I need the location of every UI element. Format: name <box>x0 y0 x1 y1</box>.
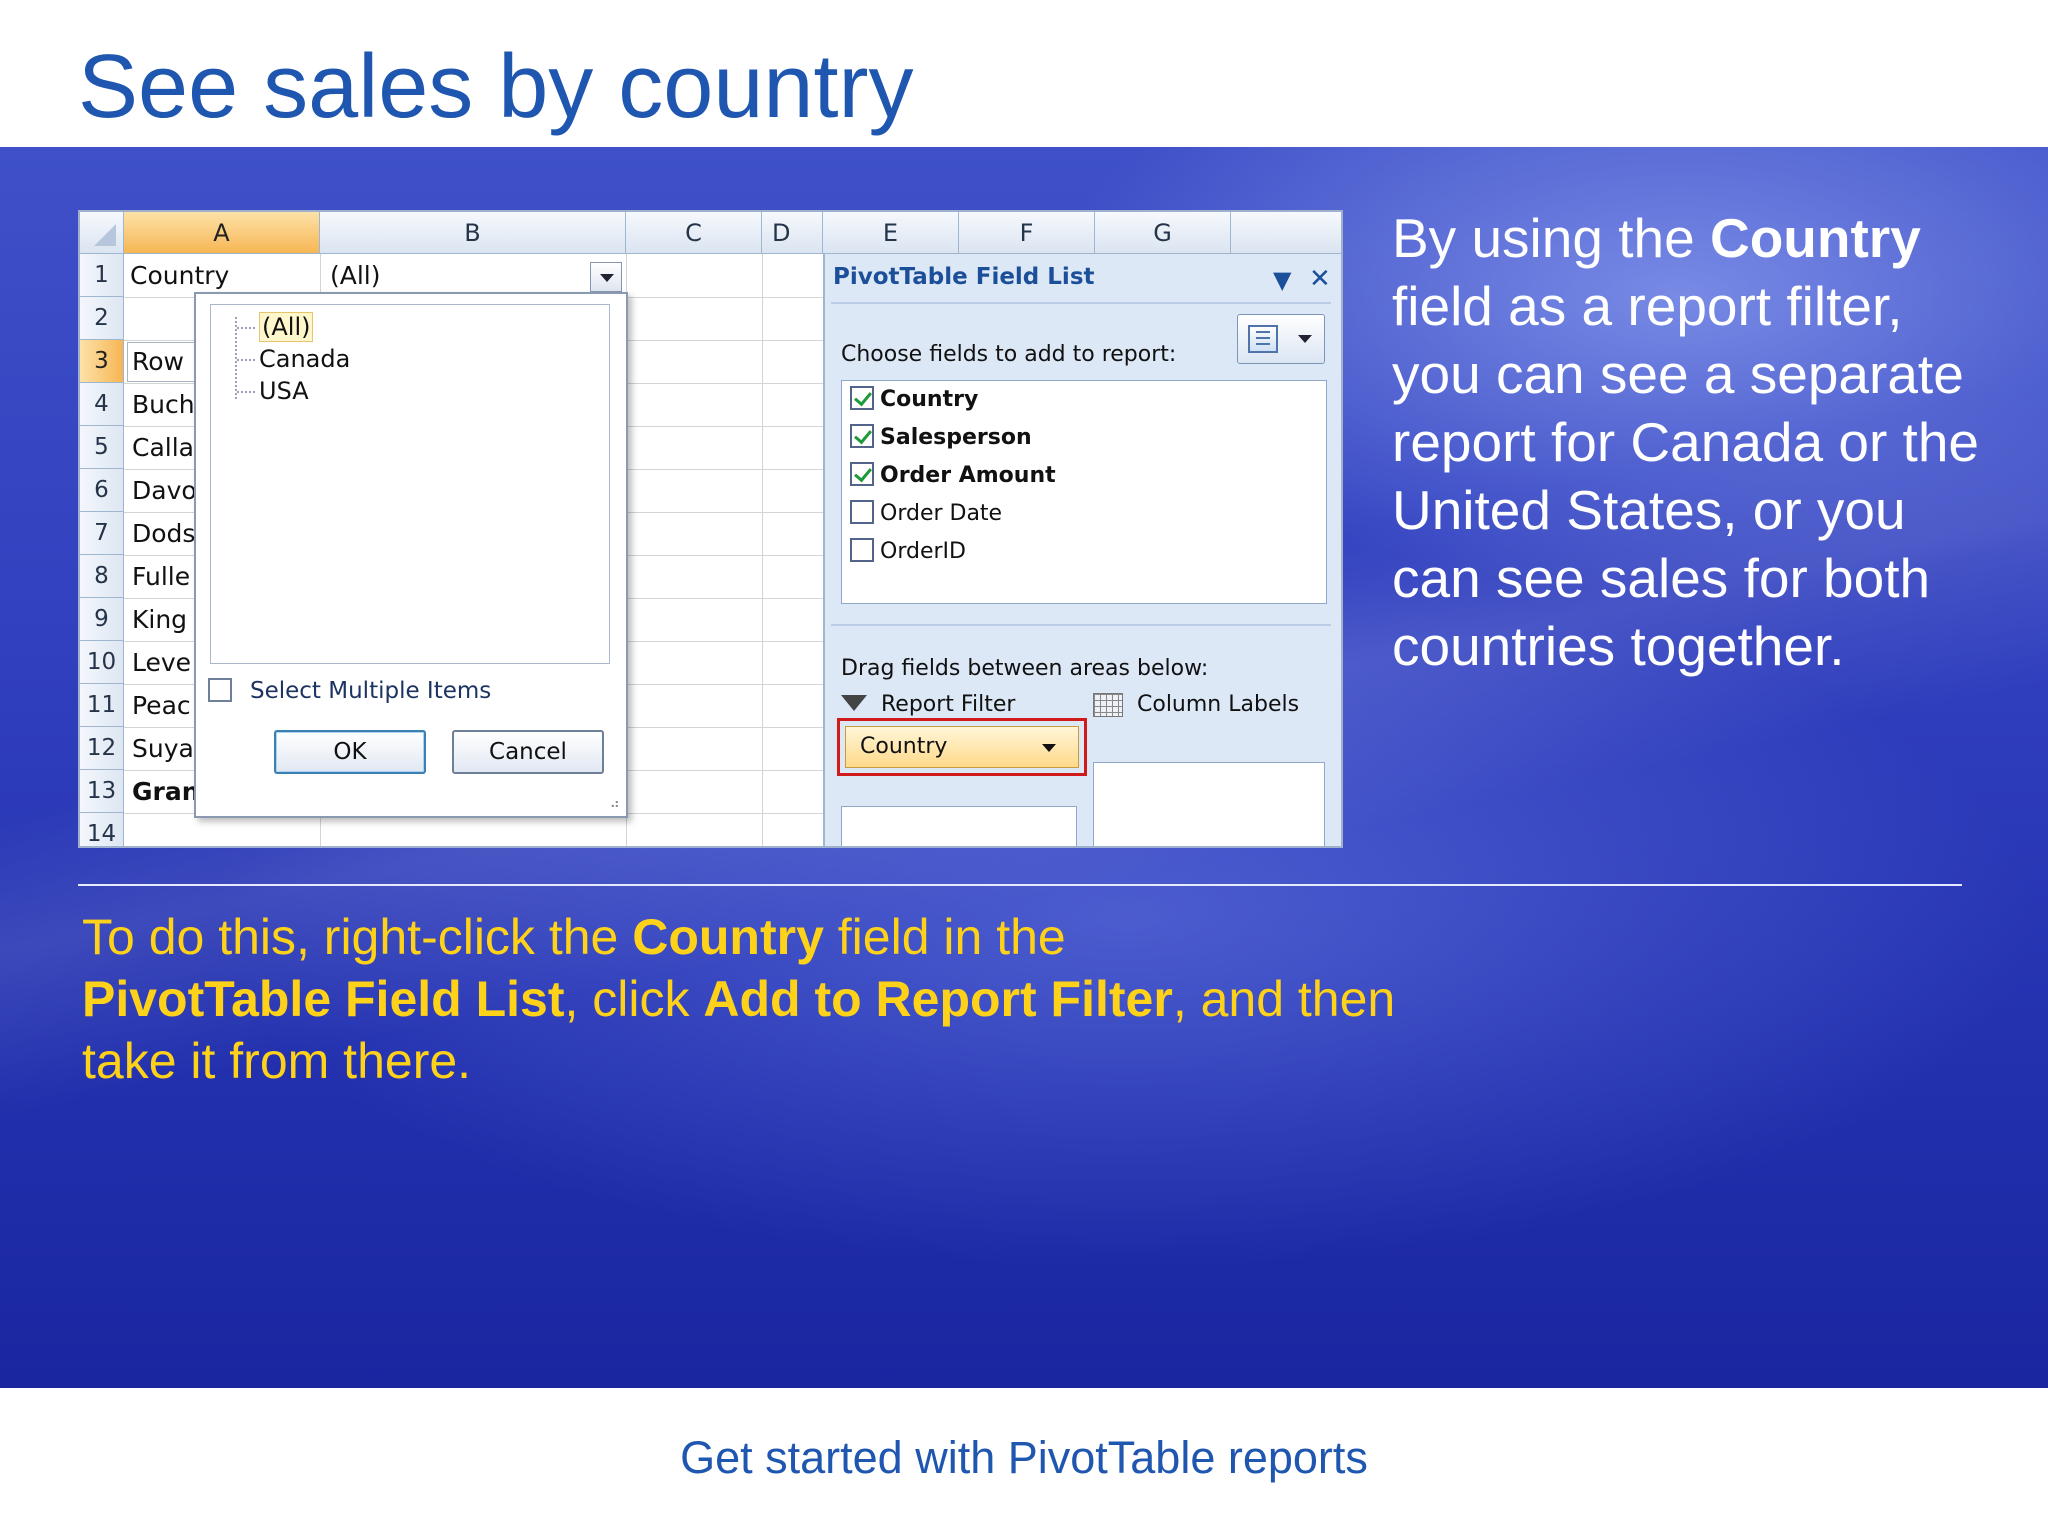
divider-line <box>78 884 1962 886</box>
footer-title: Get started with PivotTable reports <box>680 1432 1368 1483</box>
filter-value-cell[interactable]: (All) <box>330 254 381 297</box>
row-header-9[interactable]: 9 <box>80 598 124 641</box>
column-header-e[interactable]: E <box>823 212 959 254</box>
filter-item-list: (All) Canada USA <box>210 304 610 664</box>
cell-a8[interactable]: Fulle <box>132 555 190 598</box>
row-header-11[interactable]: 11 <box>80 684 124 727</box>
checkbox[interactable] <box>850 500 874 524</box>
row-header-7[interactable]: 7 <box>80 512 124 555</box>
funnel-icon <box>841 695 867 711</box>
row-header-8[interactable]: 8 <box>80 555 124 598</box>
column-labels-area[interactable] <box>1093 762 1325 846</box>
field-order-date[interactable]: Order Date <box>850 500 1002 526</box>
filter-label-cell[interactable]: Country <box>130 254 229 297</box>
cell-a12[interactable]: Suya <box>132 727 194 770</box>
column-header-blank <box>1231 212 1341 254</box>
row-header-14[interactable]: 14 <box>80 813 124 846</box>
excel-screenshot: A B C D E F G 1 2 3 4 5 6 7 8 9 10 11 12… <box>78 210 1343 848</box>
ok-button[interactable]: OK <box>274 730 426 774</box>
column-header-c[interactable]: C <box>626 212 762 254</box>
filter-dropdown-arrow-icon[interactable] <box>590 262 622 292</box>
field-orderid[interactable]: OrderID <box>850 538 966 564</box>
field-country[interactable]: Country <box>850 386 978 412</box>
grid-icon <box>1093 693 1123 717</box>
row-header-12[interactable]: 12 <box>80 727 124 770</box>
cell-a11[interactable]: Peac <box>132 684 191 727</box>
side-description: By using the Country field as a report f… <box>1392 207 1980 677</box>
field-checkbox-list: Country Salesperson Order Amount Order D… <box>841 380 1327 604</box>
instruction-text: To do this, right-click the Country fiel… <box>82 909 1396 1089</box>
row-header-1[interactable]: 1 <box>80 254 124 297</box>
choose-fields-label: Choose fields to add to report: <box>841 342 1177 367</box>
select-multiple-checkbox[interactable] <box>208 677 232 702</box>
cancel-button[interactable]: Cancel <box>452 730 604 774</box>
column-header-f[interactable]: F <box>959 212 1095 254</box>
checkmark-icon[interactable] <box>850 386 874 410</box>
layout-button[interactable] <box>1237 314 1325 364</box>
report-filter-area[interactable] <box>841 806 1077 846</box>
pivottable-field-list: PivotTable Field List ▼ ✕ Choose fields … <box>823 254 1341 846</box>
row-header-6[interactable]: 6 <box>80 469 124 512</box>
cell-a5[interactable]: Calla <box>132 426 194 469</box>
column-header-g[interactable]: G <box>1095 212 1231 254</box>
field-list-options-icon[interactable]: ▼ <box>1273 266 1291 294</box>
row-header-4[interactable]: 4 <box>80 383 124 426</box>
filter-item-all[interactable]: (All) <box>237 312 314 342</box>
select-multiple-items[interactable]: Select Multiple Items <box>208 677 491 704</box>
column-header-d[interactable]: D <box>762 212 823 254</box>
slide-title: See sales by country <box>78 37 914 137</box>
close-icon[interactable]: ✕ <box>1309 264 1331 294</box>
drag-fields-label: Drag fields between areas below: <box>841 656 1209 681</box>
filter-item-usa[interactable]: USA <box>237 377 309 405</box>
cell-a7[interactable]: Dods <box>132 512 195 555</box>
country-filter-dropdown: (All) Canada USA Select Multiple Items O… <box>194 292 628 818</box>
layout-icon <box>1248 325 1278 353</box>
cell-a4[interactable]: Buch <box>132 383 195 426</box>
checkmark-icon[interactable] <box>850 462 874 486</box>
row-header-3[interactable]: 3 <box>80 340 124 383</box>
column-labels-area-label: Column Labels <box>1093 692 1299 717</box>
cell-a13[interactable]: Gran <box>132 770 200 813</box>
cell-a3[interactable]: Row <box>132 340 184 383</box>
column-header-a[interactable]: A <box>124 212 320 254</box>
row-header-2[interactable]: 2 <box>80 297 124 340</box>
checkmark-icon[interactable] <box>850 424 874 448</box>
field-order-amount[interactable]: Order Amount <box>850 462 1056 488</box>
row-header-13[interactable]: 13 <box>80 770 124 813</box>
row-header-5[interactable]: 5 <box>80 426 124 469</box>
resize-grip-icon[interactable]: ⠴ <box>610 796 620 812</box>
field-salesperson[interactable]: Salesperson <box>850 424 1032 450</box>
report-filter-highlight <box>837 718 1087 776</box>
report-filter-area-label: Report Filter <box>841 692 1015 717</box>
field-list-title: PivotTable Field List <box>833 264 1095 290</box>
row-header-10[interactable]: 10 <box>80 641 124 684</box>
filter-item-canada[interactable]: Canada <box>237 345 350 373</box>
cell-a10[interactable]: Leve <box>132 641 191 684</box>
select-all-corner[interactable] <box>80 212 124 254</box>
column-header-b[interactable]: B <box>320 212 626 254</box>
checkbox[interactable] <box>850 538 874 562</box>
cell-a6[interactable]: Davo <box>132 469 197 512</box>
cell-a9[interactable]: King <box>132 598 187 641</box>
